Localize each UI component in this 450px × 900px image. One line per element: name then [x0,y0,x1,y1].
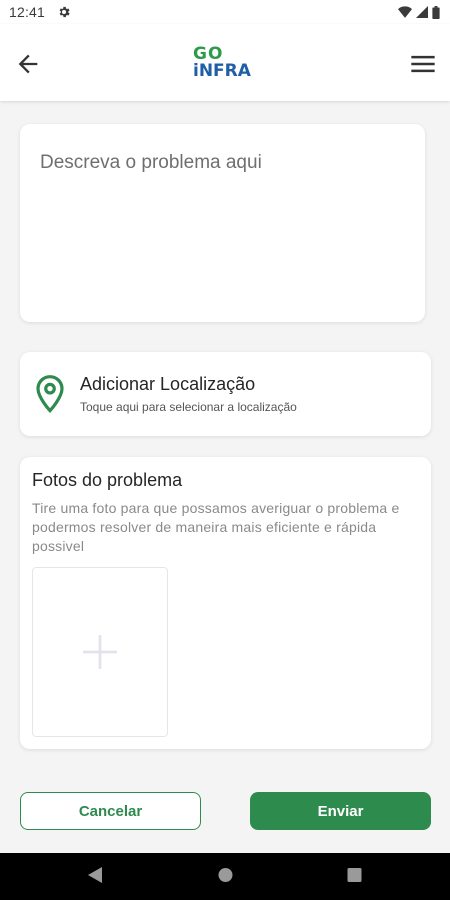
plus-icon [83,635,117,669]
send-button[interactable]: Enviar [250,792,431,830]
nav-home-icon[interactable] [217,865,234,885]
cancel-button[interactable]: Cancelar [20,792,201,830]
back-arrow-icon[interactable] [14,50,42,78]
signal-icon [416,6,428,18]
app-logo: GO iNFRA [193,46,259,84]
add-location-card[interactable]: Adicionar Localização Toque aqui para se… [20,352,431,436]
photos-title: Fotos do problema [32,470,183,490]
location-subtitle: Toque aqui para selecionar a localização [80,400,297,414]
location-pin-icon [36,375,64,414]
location-title: Adicionar Localização [80,374,256,394]
description-card [20,124,425,322]
app-bar: GO iNFRA [0,24,450,101]
gear-icon [59,6,70,18]
photos-description: Tire uma foto para que possamos averigua… [32,500,400,554]
nav-recents-icon[interactable] [346,865,363,885]
wifi-icon [398,6,412,18]
problem-description-input[interactable] [20,124,425,322]
nav-back-icon[interactable] [86,865,104,885]
battery-icon [432,5,440,19]
location-text: Adicionar Localização Toque aqui para se… [80,374,297,414]
hamburger-menu-icon[interactable] [408,50,438,78]
photos-card: Fotos do problema Tire uma foto para que… [20,457,431,749]
status-bar: 12:41 [0,0,450,24]
system-nav-bar [0,853,450,900]
logo-text-infra: iNFRA [193,61,251,81]
status-time: 12:41 [9,4,46,20]
add-photo-button[interactable] [32,567,168,737]
